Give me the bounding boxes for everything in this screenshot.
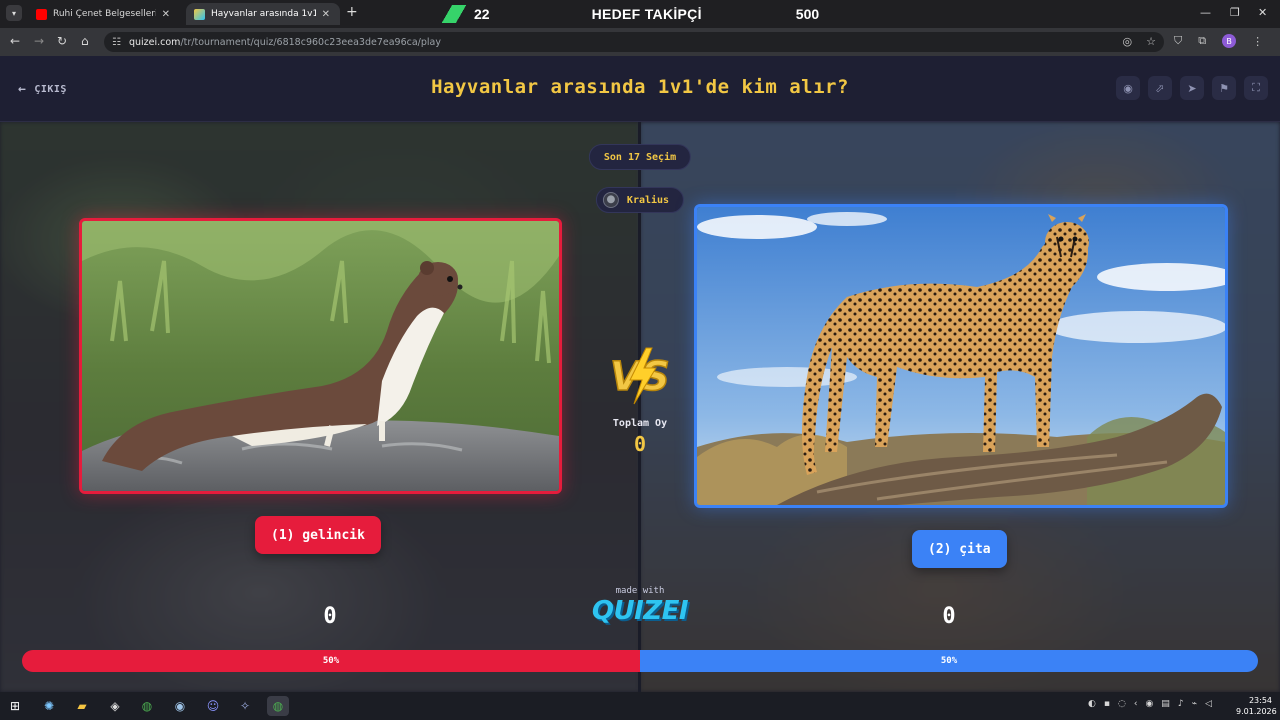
green-stripe-icon (440, 5, 470, 23)
address-bar[interactable]: ☷ quizei.com/tr/tournament/quiz/6818c960… (104, 32, 1164, 52)
copilot-icon[interactable]: ✺ (38, 696, 60, 716)
minimize-icon[interactable]: — (1200, 6, 1211, 19)
close-tab-icon[interactable]: ✕ (322, 9, 330, 20)
right-percent-label: 50% (940, 656, 958, 666)
app-icon-2[interactable]: ✧ (234, 696, 256, 716)
home-icon[interactable]: ⌂ (81, 34, 89, 48)
right-progress-segment: 50% (640, 650, 1258, 672)
quiz-tools: ◉ ⬀ ➤ ⚑ ⛶ (1116, 76, 1268, 100)
tab-search-button[interactable]: ▾ (6, 5, 22, 21)
made-with-label: made with (615, 586, 665, 596)
creator-pill[interactable]: Kralius (595, 187, 685, 213)
system-tray: ◐ ▪ ◌ ‹ ◉ ▤ ♪ ⌁ ◁ (1088, 699, 1212, 709)
follower-goal-label: HEDEF TAKİPÇİ (591, 6, 702, 22)
file-explorer-icon[interactable]: ▰ (71, 696, 93, 716)
chrome-icon[interactable]: ◍ (136, 696, 158, 716)
profile-avatar[interactable]: B (1222, 34, 1237, 48)
windows-taskbar: ⊞ ✺ ▰ ◈ ◍ ◉ ☺ ✧ ◍ ◐ ▪ ◌ ‹ ◉ ▤ ♪ ⌁ ◁ 23:5… (0, 692, 1280, 720)
right-choice-image[interactable] (694, 204, 1228, 508)
clock-time: 23:54 (1248, 696, 1272, 705)
restore-icon[interactable]: ❐ (1230, 6, 1240, 19)
left-score: 0 (323, 604, 337, 629)
stream-follower-goal: 22 HEDEF TAKİPÇİ 500 (440, 4, 819, 24)
forward-icon[interactable]: → (34, 34, 44, 48)
share-icon[interactable]: ⬀ (1148, 76, 1172, 100)
follower-goal-target: 500 (795, 6, 820, 22)
steam-icon[interactable]: ◉ (169, 696, 191, 716)
fullscreen-icon[interactable]: ⛶ (1244, 76, 1268, 100)
tray-app-icon-3[interactable]: ▤ (1161, 699, 1170, 709)
vote-progress-bar: 50% 50% (22, 650, 1258, 672)
back-icon[interactable]: ← (10, 34, 20, 48)
browser-toolbar: ← → ↻ ⌂ ☷ quizei.com/tr/tournament/quiz/… (0, 28, 1280, 56)
tab-title: Ruhi Çenet Belgeselleri - YouTube (53, 9, 156, 19)
shield-extension-icon[interactable]: ⛉ (1174, 34, 1182, 48)
quizei-logo[interactable]: QUIZEI (590, 596, 690, 626)
chrome-active-icon[interactable]: ◍ (267, 696, 289, 716)
quiz-title: Hayvanlar arasında 1v1'de kim alır? (431, 76, 849, 98)
left-percent-label: 50% (322, 656, 340, 666)
tray-app-icon-2[interactable]: ◌ (1118, 699, 1126, 709)
versus-badge: VS (609, 347, 671, 405)
eye-off-icon[interactable]: ◎ (1123, 35, 1133, 48)
quizei-favicon-icon (194, 8, 205, 20)
tab-youtube[interactable]: Ruhi Çenet Belgeselleri - YouTube ✕ (28, 3, 180, 25)
send-icon[interactable]: ➤ (1180, 76, 1204, 100)
left-progress-segment: 50% (22, 650, 640, 672)
new-tab-button[interactable]: + (346, 4, 358, 20)
discord-icon[interactable]: ☺ (202, 696, 224, 716)
tray-overflow-icon[interactable]: ‹ (1134, 699, 1138, 709)
window-close-icon[interactable]: ✕ (1258, 6, 1267, 19)
tray-nvidia-icon[interactable]: ▪ (1104, 699, 1110, 709)
extensions-icon[interactable]: ⧉ (1198, 34, 1206, 48)
youtube-icon (36, 8, 47, 20)
volume-icon[interactable]: ◁ (1205, 699, 1212, 709)
eye-icon[interactable]: ◉ (1116, 76, 1140, 100)
url-host: quizei.com (128, 36, 181, 48)
microphone-icon[interactable]: ♪ (1178, 699, 1184, 709)
creator-avatar (602, 192, 619, 208)
flag-icon[interactable]: ⚑ (1212, 76, 1236, 100)
follower-count: 22 (474, 6, 490, 22)
tray-app-icon[interactable]: ◐ (1088, 699, 1096, 709)
windows-start-icon[interactable]: ⊞ (4, 696, 26, 716)
close-tab-icon[interactable]: ✕ (162, 9, 170, 20)
site-info-icon[interactable]: ☷ (112, 37, 121, 48)
taskbar-clock[interactable]: 23:54 9.01.2026 (1236, 695, 1277, 717)
vote-right-button[interactable]: (2) çita (912, 530, 1007, 568)
bookmark-star-icon[interactable]: ☆ (1146, 35, 1156, 48)
cheetah-photo (697, 207, 1225, 505)
quiz-page: ← ÇIKIŞ Hayvanlar arasında 1v1'de kim al… (0, 56, 1280, 692)
quiz-header: ← ÇIKIŞ Hayvanlar arasında 1v1'de kim al… (0, 56, 1280, 122)
tab-quizei[interactable]: Hayvanlar arasında 1v1'de kim alır? ✕ (186, 3, 340, 25)
clock-date: 9.01.2026 (1236, 707, 1277, 716)
recent-choices-label: Son 17 Seçim (603, 151, 677, 163)
browser-tab-bar: ▾ Ruhi Çenet Belgeselleri - YouTube ✕ Ha… (0, 0, 1280, 28)
recent-choices-pill[interactable]: Son 17 Seçim (588, 144, 692, 170)
tray-steam-icon[interactable]: ◉ (1145, 699, 1153, 709)
reload-icon[interactable]: ↻ (57, 34, 67, 48)
menu-kebab-icon[interactable]: ⋮ (1252, 35, 1263, 48)
tab-title: Hayvanlar arasında 1v1'de kim alır? (211, 9, 316, 19)
app-icon[interactable]: ◈ (104, 696, 126, 716)
total-votes-label: Toplam Oy (612, 418, 668, 429)
total-votes-value: 0 (633, 432, 647, 456)
vote-left-button[interactable]: (1) gelincik (255, 516, 381, 554)
network-icon[interactable]: ⌁ (1192, 699, 1197, 709)
creator-name: Kralius (626, 194, 670, 206)
right-score: 0 (942, 604, 956, 629)
url-path: /tr/tournament/quiz/6818c960c23eea3de7ea… (180, 36, 441, 48)
